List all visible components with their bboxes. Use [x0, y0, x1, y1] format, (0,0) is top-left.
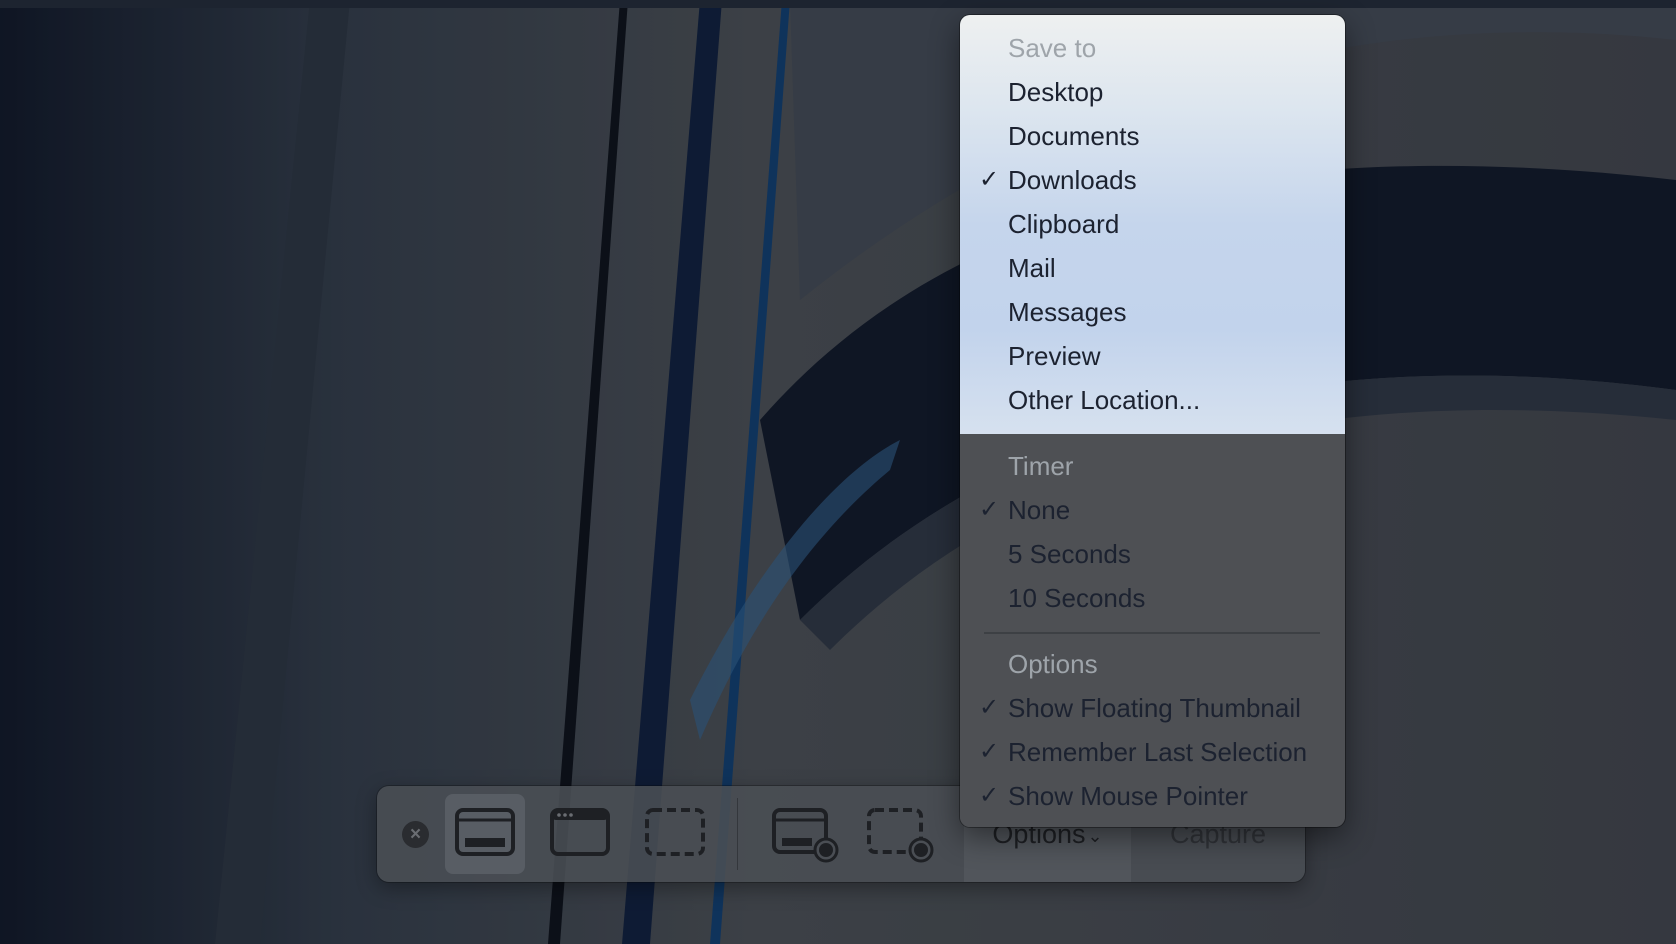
- menu-item-label: Remember Last Selection: [1008, 737, 1308, 767]
- capture-selected-portion-button[interactable]: [635, 794, 715, 874]
- record-selected-portion-button[interactable]: [857, 794, 937, 874]
- capture-selected-window-button[interactable]: [540, 794, 620, 874]
- menu-item-timer-10-seconds[interactable]: 10 Seconds: [960, 576, 1345, 620]
- close-toolbar-button[interactable]: ×: [402, 821, 429, 848]
- menu-item-show-floating-thumbnail[interactable]: ✓ Show Floating Thumbnail: [960, 686, 1345, 730]
- window-icon: [550, 808, 610, 856]
- menu-item-clipboard[interactable]: Clipboard: [960, 202, 1345, 246]
- section-header-label: Options: [1008, 649, 1098, 679]
- menu-item-label: Clipboard: [1008, 209, 1120, 239]
- timer-header: Timer: [960, 444, 1345, 488]
- record-portion-icon: [867, 808, 934, 863]
- menu-item-downloads[interactable]: ✓ Downloads: [960, 158, 1345, 202]
- menu-item-documents[interactable]: Documents: [960, 114, 1345, 158]
- dashed-selection-icon: [645, 808, 705, 856]
- menu-item-label: Messages: [1008, 297, 1127, 327]
- toolbar-divider: [737, 798, 738, 870]
- menu-item-label: Show Floating Thumbnail: [1008, 693, 1301, 723]
- menu-item-label: Other Location...: [1008, 385, 1201, 415]
- checkmark-icon: ✓: [979, 738, 1000, 765]
- menu-item-show-mouse-pointer[interactable]: ✓ Show Mouse Pointer: [960, 774, 1345, 818]
- menu-item-label: 10 Seconds: [1008, 583, 1146, 613]
- menu-item-label: Desktop: [1008, 77, 1104, 107]
- section-header-label: Timer: [1008, 451, 1074, 481]
- menu-item-desktop[interactable]: Desktop: [960, 70, 1345, 114]
- close-icon: ×: [409, 824, 422, 845]
- menu-item-label: 5 Seconds: [1008, 539, 1131, 569]
- menu-item-mail[interactable]: Mail: [960, 246, 1345, 290]
- options-header: Options: [960, 642, 1345, 686]
- menu-item-other-location[interactable]: Other Location...: [960, 378, 1345, 422]
- menu-item-label: Show Mouse Pointer: [1008, 781, 1248, 811]
- record-screen-icon: [772, 808, 839, 863]
- menu-item-label: Mail: [1008, 253, 1056, 283]
- checkmark-icon: ✓: [979, 782, 1000, 809]
- entire-screen-icon: [455, 808, 515, 856]
- menu-item-preview[interactable]: Preview: [960, 334, 1345, 378]
- capture-entire-screen-button[interactable]: [445, 794, 525, 874]
- menu-item-label: Documents: [1008, 121, 1140, 151]
- options-menu: Save to Desktop Documents ✓ Downloads Cl…: [960, 15, 1345, 827]
- menu-divider: [984, 632, 1320, 634]
- checkmark-icon: ✓: [979, 694, 1000, 721]
- menu-item-messages[interactable]: Messages: [960, 290, 1345, 334]
- menu-item-timer-none[interactable]: ✓ None: [960, 488, 1345, 532]
- menu-item-timer-5-seconds[interactable]: 5 Seconds: [960, 532, 1345, 576]
- menu-item-remember-last-selection[interactable]: ✓ Remember Last Selection: [960, 730, 1345, 774]
- menu-item-label: Preview: [1008, 341, 1101, 371]
- record-entire-screen-button[interactable]: [762, 794, 842, 874]
- checkmark-icon: ✓: [979, 496, 1000, 523]
- section-header-label: Save to: [1008, 33, 1097, 63]
- menu-item-label: Downloads: [1008, 165, 1137, 195]
- checkmark-icon: ✓: [979, 166, 1000, 193]
- save-to-header: Save to: [960, 26, 1345, 70]
- menu-item-label: None: [1008, 495, 1071, 525]
